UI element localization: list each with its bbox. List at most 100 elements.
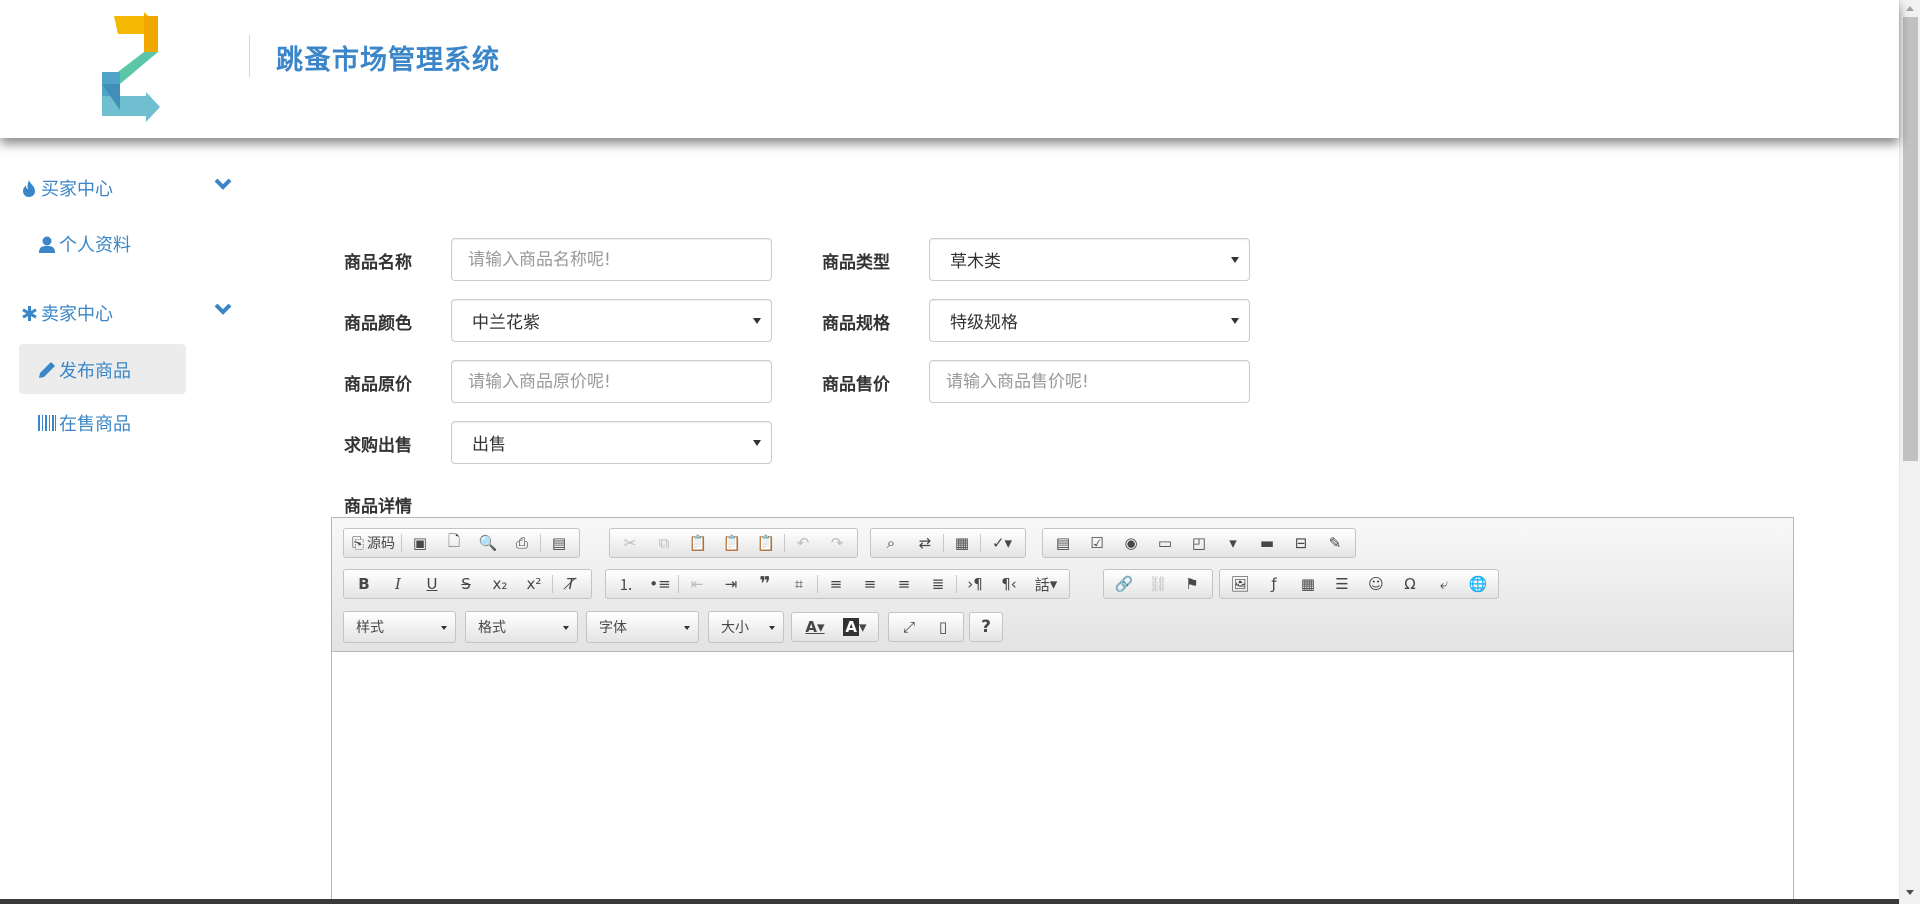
help-icon[interactable]: ? [973,614,999,640]
align-right-icon[interactable]: ≡ [887,571,921,597]
text-color-icon[interactable]: A▾ [795,614,835,640]
subscript-icon[interactable]: x₂ [483,571,517,597]
source-button[interactable]: ⎘ 源码 [347,530,400,556]
source-icon: ⎘ [352,534,365,552]
checkbox-icon[interactable]: ☑ [1080,530,1114,556]
chevron-down-icon[interactable] [214,302,232,316]
styles-combo[interactable]: 样式 [343,611,456,643]
form-icon[interactable]: ▤ [1046,530,1080,556]
justify-icon[interactable]: ≣ [921,571,955,597]
format-combo[interactable]: 格式 [465,611,578,643]
indent-icon[interactable]: ⇥ [714,571,748,597]
div-icon[interactable]: ⌗ [782,571,816,597]
paste-text-icon[interactable]: 📋 [715,530,749,556]
table-icon[interactable]: ▦ [1291,571,1325,597]
button-field-icon[interactable]: ▬ [1250,530,1284,556]
new-page-icon[interactable]: 🗋 [437,530,471,556]
original-price-input[interactable] [451,360,772,403]
toolbar-group-document: ⎘ 源码 ▣ 🗋 🔍 ⎙ ▤ [343,528,581,558]
textfield-icon[interactable]: ▭ [1148,530,1182,556]
numbered-list-icon[interactable]: ⒈ [609,571,643,597]
remove-format-icon[interactable]: T̸ [554,571,588,597]
spellcheck-icon[interactable]: ✓▾ [982,530,1022,556]
sidebar-group-seller[interactable]: 卖家中心 [20,300,113,326]
rtl-icon[interactable]: ¶‹ [992,571,1026,597]
maximize-icon[interactable]: ⤢ [892,614,926,640]
show-blocks-icon[interactable]: ▯ [926,614,960,640]
unlink-icon[interactable]: ⛓ [1141,571,1175,597]
find-icon[interactable]: ⌕ [874,530,908,556]
sale-price-input[interactable] [929,360,1250,403]
sidebar-item-publish[interactable]: 发布商品 [37,357,131,383]
size-combo[interactable]: 大小 [708,611,784,643]
underline-icon[interactable]: U [415,571,449,597]
product-spec-select[interactable]: 特级规格 [929,299,1250,342]
preview-icon[interactable]: 🔍 [471,530,505,556]
ltr-icon[interactable]: ›¶ [958,571,992,597]
align-center-icon[interactable]: ≡ [853,571,887,597]
sale-price-label: 商品售价 [822,375,890,395]
toolbar-group-basic-styles: B I U S x₂ x² T̸ [343,569,592,599]
toolbar-group-paragraph: ⒈ •≡ ⇤ ⇥ ❞ ⌗ ≡ ≡ ≡ ≣ ›¶ ¶‹ 話 ▾ [605,569,1070,599]
app-logo[interactable] [100,12,162,127]
font-combo[interactable]: 字体 [586,611,699,643]
sidebar-item-profile[interactable]: 个人资料 [37,231,131,257]
scroll-up-icon[interactable] [1906,6,1914,11]
language-glyph: 話 [1034,575,1050,594]
save-icon[interactable]: ▣ [403,530,437,556]
rich-text-editor: ⎘ 源码 ▣ 🗋 🔍 ⎙ ▤ ✂ ⧉ 📋 📋 📋 ↶ ↷ ⌕ ⇄ ▦ ✓▾ ▤ … [331,517,1794,904]
replace-icon[interactable]: ⇄ [908,530,942,556]
scroll-down-icon[interactable] [1906,890,1914,895]
select-value: 特级规格 [950,313,1018,333]
strikethrough-icon[interactable]: S [449,571,483,597]
sidebar-item-label: 在售商品 [59,414,131,435]
vertical-scrollbar[interactable] [1899,0,1920,904]
superscript-icon[interactable]: x² [517,571,551,597]
editor-toolbar: ⎘ 源码 ▣ 🗋 🔍 ⎙ ▤ ✂ ⧉ 📋 📋 📋 ↶ ↷ ⌕ ⇄ ▦ ✓▾ ▤ … [332,518,1793,652]
product-name-input[interactable] [451,238,772,281]
horizontal-rule-icon[interactable]: ☰ [1325,571,1359,597]
radio-icon[interactable]: ◉ [1114,530,1148,556]
copy-icon[interactable]: ⧉ [647,530,681,556]
language-icon[interactable]: 話 ▾ [1026,571,1066,597]
cut-icon[interactable]: ✂ [613,530,647,556]
bold-icon[interactable]: B [347,571,381,597]
redo-icon[interactable]: ↷ [820,530,854,556]
outdent-icon[interactable]: ⇤ [680,571,714,597]
image-icon[interactable]: 🖼 [1223,571,1257,597]
link-icon[interactable]: 🔗 [1107,571,1141,597]
sidebar-group-buyer[interactable]: 买家中心 [20,175,113,201]
trade-type-select[interactable]: 出售 [451,421,772,464]
select-all-icon[interactable]: ▦ [945,530,979,556]
bulleted-list-icon[interactable]: •≡ [643,571,677,597]
align-left-icon[interactable]: ≡ [819,571,853,597]
image-button-icon[interactable]: ⊟ [1284,530,1318,556]
chevron-down-icon[interactable] [214,177,232,191]
toolbar-separator [943,534,944,552]
bg-color-icon[interactable]: A ▾ [835,614,875,640]
print-icon[interactable]: ⎙ [505,530,539,556]
hidden-field-icon[interactable]: ✎ [1318,530,1352,556]
smiley-icon[interactable]: ☺ [1359,571,1393,597]
anchor-icon[interactable]: ⚑ [1175,571,1209,597]
caret-down-icon [753,440,761,446]
special-char-icon[interactable]: Ω [1393,571,1427,597]
textarea-icon[interactable]: ◰ [1182,530,1216,556]
sidebar-item-on-sale[interactable]: 在售商品 [37,410,131,436]
flash-icon[interactable]: ƒ [1257,571,1291,597]
paste-word-icon[interactable]: 📋 [749,530,783,556]
scroll-thumb[interactable] [1903,17,1918,461]
templates-icon[interactable]: ▤ [542,530,576,556]
select-field-icon[interactable]: ▾ [1216,530,1250,556]
blockquote-icon[interactable]: ❞ [748,571,782,597]
undo-icon[interactable]: ↶ [786,530,820,556]
product-type-select[interactable]: 草木类 [929,238,1250,281]
paste-icon[interactable]: 📋 [681,530,715,556]
editor-content-area[interactable] [332,653,1793,904]
page-break-icon[interactable]: ⤶ [1427,571,1461,597]
product-color-select[interactable]: 中兰花紫 [451,299,772,342]
italic-icon[interactable]: I [381,571,415,597]
caret-down-icon [1231,318,1239,324]
iframe-icon[interactable]: 🌐 [1461,571,1495,597]
select-value: 草木类 [950,252,1001,272]
